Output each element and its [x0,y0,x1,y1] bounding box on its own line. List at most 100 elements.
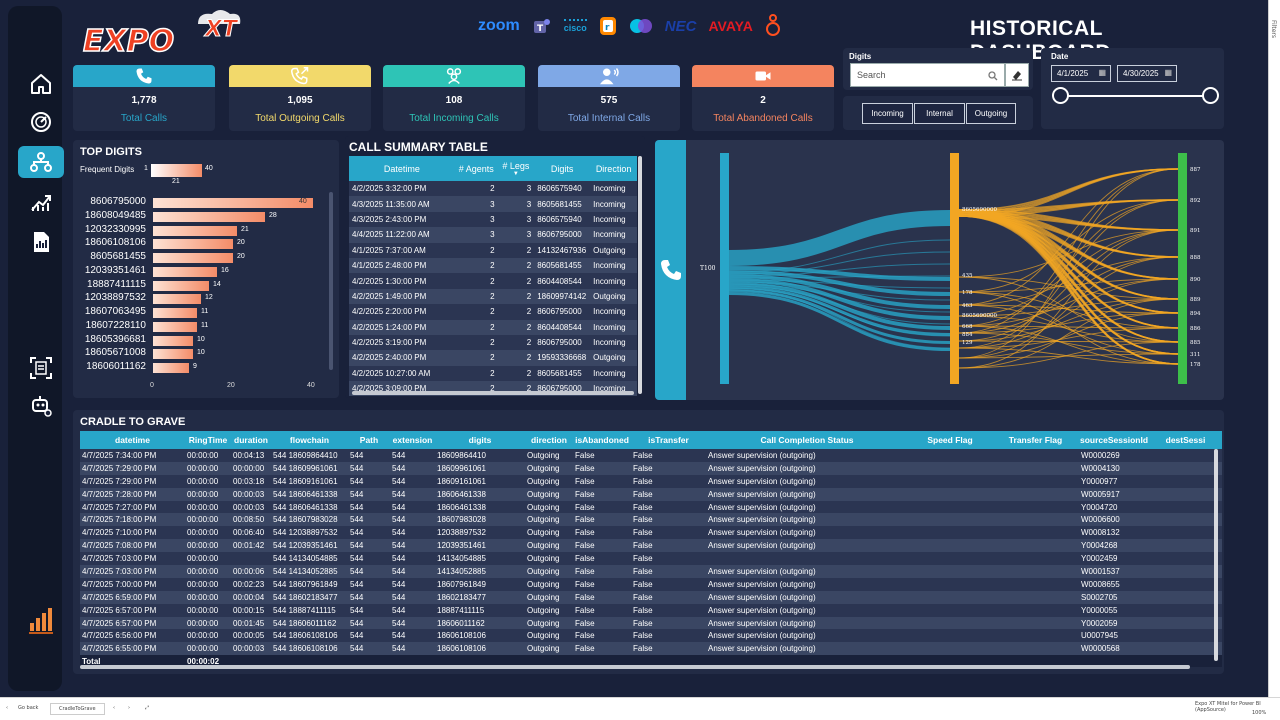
clear-filter-button[interactable] [1005,63,1029,87]
column-header[interactable]: isTransfer [631,431,706,449]
table-row[interactable]: 4/3/2025 11:35:00 AM 3 3 8605681455 Incoming [349,196,637,212]
digit-bar[interactable] [153,280,209,291]
column-header[interactable]: isAbandoned [573,431,631,449]
nav-scan-doc[interactable] [18,352,64,384]
prev-page-icon[interactable]: ‹ [113,705,115,711]
table-row[interactable]: 4/7/2025 7:03:00 PM 00:00:00 00:00:06 544 1… [80,565,1222,578]
table-row[interactable]: 4/7/2025 7:10:00 PM 00:00:00 00:06:40 544 1… [80,526,1222,540]
next-page-icon[interactable]: › [128,705,130,711]
sort-desc-icon[interactable]: ▼ [498,171,535,177]
digit-row[interactable]: 12039351461 16 [80,265,330,279]
digit-bar[interactable] [153,294,201,305]
digit-row[interactable]: 18607063495 11 [80,306,330,320]
digit-bar[interactable] [153,266,217,277]
cradle-scrollbar[interactable] [1214,449,1218,661]
digit-bar[interactable] [153,211,265,222]
table-row[interactable]: 4/1/2025 7:37:00 AM 2 2 14132467936 Outgoing [349,242,637,258]
table-row[interactable]: 4/1/2025 2:48:00 PM 2 2 8605681455 Incoming [349,257,637,274]
digit-row[interactable]: 8605681455 20 [80,251,330,265]
column-header[interactable]: datetime [80,431,185,449]
direction-internal-button[interactable]: Internal [914,103,965,124]
table-row[interactable]: 4/7/2025 7:29:00 PM 00:00:00 00:03:18 544 1… [80,474,1222,488]
table-row[interactable]: 4/2/2025 3:32:00 PM 2 3 8606575940 Incoming [349,181,637,197]
nav-network[interactable] [18,146,64,178]
table-row[interactable]: 4/7/2025 7:03:00 PM 00:00:00 544 141340548… [80,552,1222,566]
table-row[interactable]: 4/7/2025 7:18:00 PM 00:00:00 00:08:50 544 1… [80,513,1222,527]
digit-bar[interactable] [153,239,233,250]
column-header[interactable]: destSessi [1149,431,1222,449]
digit-row[interactable]: 12032330995 21 [80,224,330,238]
table-row[interactable]: 4/7/2025 6:59:00 PM 00:00:00 00:00:04 544 1… [80,590,1222,604]
table-row[interactable]: 4/2/2025 1:49:00 PM 2 2 18609974142 Outgoing [349,288,637,305]
date-to-input[interactable]: 4/30/2025 ▦ [1117,65,1177,82]
table-row[interactable]: 4/7/2025 7:27:00 PM 00:00:00 00:00:03 544 1… [80,500,1222,514]
table-row[interactable]: 4/7/2025 7:28:00 PM 00:00:00 00:00:03 544 1… [80,487,1222,501]
digit-bar[interactable] [153,253,233,263]
column-header[interactable]: # Legs ▼ [497,156,535,181]
digit-row[interactable]: 18606011162 9 [80,361,330,375]
column-header[interactable]: direction [525,431,573,449]
nav-home[interactable] [18,68,64,100]
digit-bar[interactable] [153,335,193,346]
digit-bar[interactable] [153,321,197,332]
digit-row[interactable]: 8606795000 40 [80,196,330,210]
nav-gauge[interactable] [18,106,64,138]
nav-report[interactable] [18,226,64,258]
table-row[interactable]: 4/7/2025 6:57:00 PM 00:00:00 00:00:15 544 1… [80,603,1222,617]
table-row[interactable]: 4/7/2025 6:57:00 PM 00:00:00 00:01:45 544 1… [80,616,1222,630]
column-header[interactable]: Speed Flag [908,431,992,449]
digit-row[interactable]: 18605671008 10 [80,347,330,361]
digit-row[interactable]: 18606108106 20 [80,237,330,251]
column-header[interactable]: flowchain [271,431,348,449]
column-header[interactable]: Direction [590,156,637,181]
table-row[interactable]: 4/2/2025 1:24:00 PM 2 2 8604408544 Incoming [349,319,637,335]
back-arrow-icon[interactable]: ‹ [6,705,8,711]
table-row[interactable]: 4/7/2025 6:56:00 PM 00:00:00 00:00:05 544 1… [80,629,1222,643]
column-header[interactable]: # Agents [454,156,498,181]
digit-row[interactable]: 18607228110 11 [80,320,330,334]
digit-row[interactable]: 18887411115 14 [80,279,330,293]
column-header[interactable]: Transfer Flag [992,431,1079,449]
nav-agent-settings[interactable] [18,390,64,422]
table-row[interactable]: 4/4/2025 11:22:00 AM 3 3 8606795000 Incoming [349,227,637,243]
go-back-button[interactable]: Go back [18,705,38,711]
table-row[interactable]: 4/2/2025 2:20:00 PM 2 2 8606795000 Incoming [349,304,637,320]
digit-row[interactable]: 18605396681 10 [80,334,330,348]
column-header[interactable]: digits [435,431,525,449]
table-row[interactable]: 4/7/2025 7:34:00 PM 00:00:00 00:04:13 544 1… [80,449,1222,462]
digits-search-input[interactable]: Search [850,63,1005,87]
nav-trend[interactable] [18,186,64,218]
table-row[interactable]: 4/2/2025 10:27:00 AM 2 2 8605681455 Incoming [349,365,637,382]
table-row[interactable]: 4/7/2025 6:55:00 PM 00:00:00 00:00:03 544 1… [80,642,1222,656]
table-row[interactable]: 4/2/2025 1:30:00 PM 2 2 8604408544 Incoming [349,273,637,289]
digit-bar[interactable] [153,349,193,360]
digit-row[interactable]: 18608049485 28 [80,210,330,224]
digit-bar[interactable] [153,225,237,236]
date-slider-end-handle[interactable] [1202,87,1219,104]
table-row[interactable]: 4/7/2025 7:29:00 PM 00:00:00 00:00:00 544 1… [80,461,1222,475]
digit-row[interactable]: 12038897532 12 [80,292,330,306]
column-header[interactable]: extension [390,431,435,449]
table-row[interactable]: 4/2/2025 3:19:00 PM 2 2 8606795000 Incoming [349,334,637,351]
cradle-hscrollbar[interactable] [80,665,1190,669]
date-slider-start-handle[interactable] [1052,87,1069,104]
column-header[interactable]: Datetime [349,156,455,181]
filters-pane-collapsed[interactable]: Filters [1268,0,1280,697]
table-row[interactable]: 4/7/2025 7:00:00 PM 00:00:00 00:02:23 544 1… [80,577,1222,591]
column-header[interactable]: duration [231,431,271,449]
digit-bar[interactable] [153,363,189,373]
table-row[interactable]: 4/2/2025 2:40:00 PM 2 2 19593336668 Outgoing [349,350,637,366]
table-row[interactable]: 4/7/2025 7:08:00 PM 00:00:00 00:01:42 544 1… [80,539,1222,553]
call-summary-hscrollbar[interactable] [352,391,634,395]
zoom-level[interactable]: 100% [1252,710,1266,716]
table-row[interactable]: 4/3/2025 2:43:00 PM 3 3 8606575940 Incoming [349,211,637,228]
date-slider-track[interactable] [1060,95,1210,97]
direction-incoming-button[interactable]: Incoming [862,103,913,124]
column-header[interactable]: Call Completion Status [706,431,908,449]
top-digits-scrollbar[interactable] [329,192,333,370]
call-summary-scrollbar[interactable] [638,156,642,394]
column-header[interactable]: Digits [534,156,591,181]
page-tab[interactable]: CradleToGrave [50,703,105,715]
digit-bar[interactable] [153,308,197,318]
digit-bar[interactable] [153,198,313,208]
